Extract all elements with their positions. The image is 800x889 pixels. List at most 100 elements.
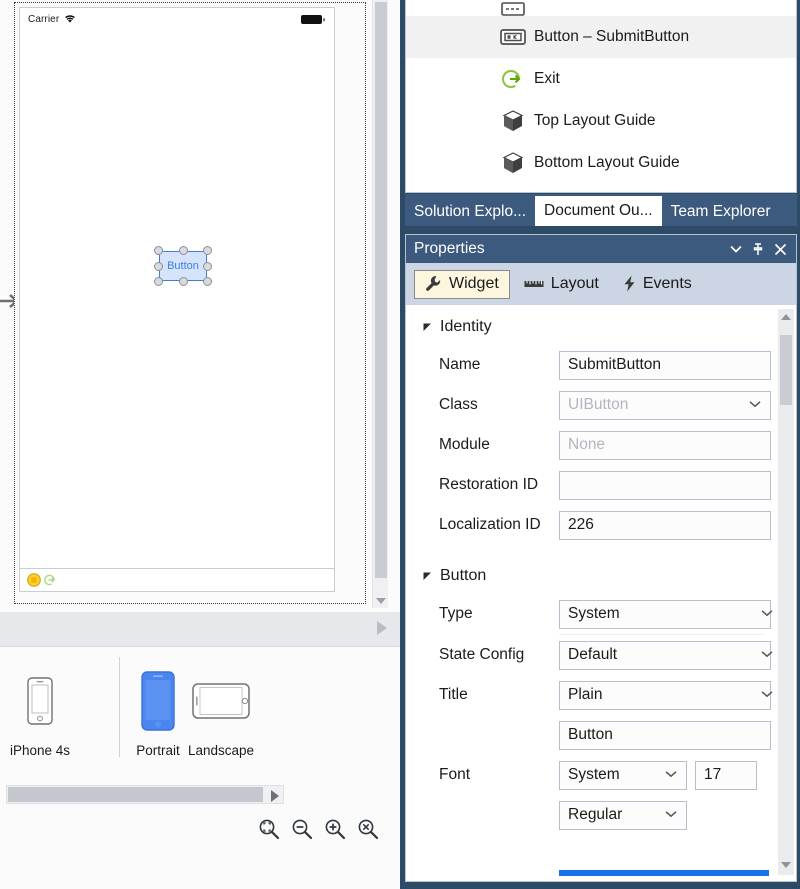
- vs-tool-windows-pane: Button – SubmitButton Exit Top Layout Gu…: [400, 0, 800, 889]
- ios-status-bar: Carrier: [20, 8, 334, 30]
- battery-icon: [301, 15, 325, 24]
- field-row-name: Name SubmitButton: [406, 345, 796, 385]
- design-canvas[interactable]: Carrier Button: [0, 0, 400, 612]
- resize-handle-top-right[interactable]: [203, 246, 212, 255]
- layout-guide-icon: [500, 151, 526, 175]
- expand-right-arrow-icon[interactable]: [376, 621, 388, 635]
- field-row-font-style: Regular: [406, 795, 796, 835]
- scrollbar-thumb[interactable]: [375, 2, 387, 578]
- orientation-item-label: Landscape: [188, 743, 255, 758]
- iphone-portrait-icon: [27, 659, 53, 743]
- resize-handle-top-left[interactable]: [154, 246, 163, 255]
- type-combo-value: System: [568, 605, 620, 622]
- class-combo[interactable]: UIButton: [559, 390, 771, 420]
- scroll-down-arrow-icon[interactable]: [781, 861, 791, 869]
- title-type-combo-value: Plain: [568, 686, 603, 703]
- tab-events[interactable]: Events: [613, 271, 702, 298]
- tab-widget[interactable]: Widget: [414, 269, 510, 299]
- module-input[interactable]: None: [559, 430, 771, 460]
- name-input[interactable]: SubmitButton: [559, 350, 771, 380]
- orientation-item-landscape[interactable]: Landscape: [184, 659, 258, 758]
- chevron-down-icon: [761, 650, 773, 657]
- dropdown-menu-icon[interactable]: [730, 245, 742, 253]
- resize-handle-bottom-left[interactable]: [154, 277, 163, 286]
- properties-vertical-scrollbar[interactable]: [778, 309, 794, 875]
- device-preview[interactable]: Carrier Button: [19, 7, 335, 592]
- document-outline-tree[interactable]: Button – SubmitButton Exit Top Layout Gu…: [405, 0, 797, 193]
- exit-icon[interactable]: [43, 573, 57, 587]
- textfield-icon: [500, 2, 526, 16]
- title-text-input[interactable]: Button: [559, 720, 771, 750]
- device-orientation-toolbar: iPhone 4s Portrait Landscape: [0, 647, 400, 769]
- selection-highlight-bar: [559, 870, 769, 876]
- chevron-down-icon: [665, 810, 677, 817]
- scroll-down-arrow-icon[interactable]: [376, 597, 386, 605]
- field-row-class: Class UIButton: [406, 385, 796, 425]
- tab-layout[interactable]: Layout: [514, 271, 609, 298]
- section-header-button[interactable]: Button: [406, 545, 796, 594]
- state-config-combo[interactable]: Default: [559, 640, 773, 670]
- orientation-group: Portrait Landscape: [132, 659, 258, 758]
- orientation-item-portrait[interactable]: Portrait: [132, 659, 184, 758]
- tree-row-bottom-layout-guide[interactable]: Bottom Layout Guide: [406, 142, 796, 184]
- carrier-label: Carrier: [28, 13, 60, 25]
- scroll-right-arrow-icon[interactable]: [270, 790, 280, 802]
- field-row-localization-id: Localization ID 226: [406, 505, 796, 545]
- tab-team-explorer[interactable]: Team Explorer: [662, 198, 780, 226]
- scroll-up-arrow-icon[interactable]: [781, 313, 791, 321]
- resize-handle-middle-left[interactable]: [154, 262, 163, 271]
- zoom-to-fit-icon[interactable]: [258, 818, 280, 840]
- expander-triangle-icon[interactable]: [423, 572, 432, 581]
- font-style-value: Regular: [568, 806, 623, 823]
- resize-handle-bottom-center[interactable]: [179, 277, 188, 286]
- resize-handle-middle-right[interactable]: [203, 262, 212, 271]
- restoration-id-input[interactable]: [559, 470, 771, 500]
- tab-document-outline[interactable]: Document Ou...: [535, 196, 662, 226]
- zoom-out-icon[interactable]: [291, 818, 313, 840]
- zoom-actual-size-icon[interactable]: [357, 818, 379, 840]
- canvas-gutter: [388, 0, 400, 612]
- field-row-state-config: State Config Default: [406, 635, 796, 675]
- title-type-combo[interactable]: Plain: [559, 680, 773, 710]
- tab-solution-explorer[interactable]: Solution Explo...: [405, 198, 535, 226]
- resize-handle-bottom-right[interactable]: [203, 277, 212, 286]
- font-family-value: System: [568, 766, 620, 783]
- section-header-identity[interactable]: Identity: [406, 305, 796, 345]
- wifi-icon: [65, 15, 76, 23]
- properties-window: Properties Widget Layout Events Identity…: [405, 234, 797, 882]
- chevron-down-icon: [749, 400, 761, 407]
- layout-guide-icon: [500, 109, 526, 133]
- scrollbar-thumb[interactable]: [780, 335, 792, 405]
- expander-triangle-icon[interactable]: [423, 323, 432, 332]
- properties-tab-toolbar: Widget Layout Events: [406, 263, 796, 305]
- phone-portrait-icon: [141, 659, 175, 743]
- tree-row-exit[interactable]: Exit: [406, 58, 796, 100]
- canvas-horizontal-scrollbar[interactable]: [6, 785, 284, 804]
- tab-label: Events: [642, 274, 692, 292]
- font-family-combo[interactable]: System: [559, 760, 687, 790]
- lightning-icon: [624, 275, 635, 292]
- type-combo[interactable]: System: [559, 599, 773, 629]
- canvas-vertical-scrollbar[interactable]: [372, 0, 388, 608]
- selected-button-widget[interactable]: Button: [154, 246, 212, 286]
- page-title: Properties: [414, 240, 485, 257]
- tree-row[interactable]: [406, 0, 796, 16]
- scene-dock-bar: [20, 568, 334, 591]
- font-style-combo[interactable]: Regular: [559, 800, 687, 830]
- section-title: Button: [440, 567, 487, 584]
- resize-handle-top-center[interactable]: [179, 246, 188, 255]
- tree-row-label: Button – SubmitButton: [534, 28, 690, 45]
- font-size-input[interactable]: 17: [695, 760, 757, 790]
- device-item-iphone4s[interactable]: iPhone 4s: [6, 659, 74, 758]
- field-row-title-text: Button: [406, 715, 796, 755]
- localization-id-input[interactable]: 226: [559, 510, 771, 540]
- close-icon[interactable]: [774, 243, 787, 256]
- tree-row-top-layout-guide[interactable]: Top Layout Guide: [406, 100, 796, 142]
- pin-icon[interactable]: [752, 242, 764, 256]
- tree-row-submitbutton[interactable]: Button – SubmitButton: [406, 16, 796, 58]
- properties-title-bar: Properties: [406, 235, 796, 263]
- tool-window-tab-strip: Solution Explo... Document Ou... Team Ex…: [405, 194, 797, 226]
- view-controller-icon[interactable]: [27, 573, 41, 587]
- scrollbar-thumb[interactable]: [8, 787, 263, 802]
- zoom-in-icon[interactable]: [324, 818, 346, 840]
